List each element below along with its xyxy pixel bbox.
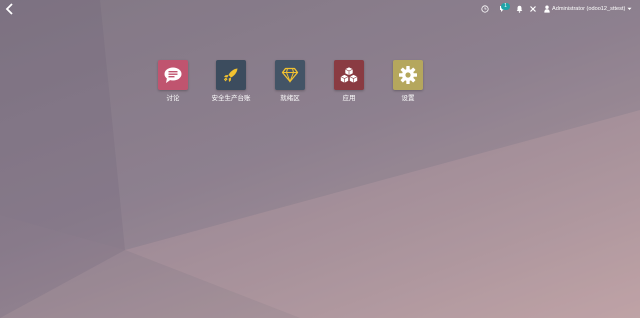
- app-icon-tile: [158, 60, 188, 90]
- app-settings[interactable]: 设置: [380, 60, 436, 102]
- app-label: 安全生产台账: [211, 94, 251, 102]
- app-safety-ledger[interactable]: 安全生产台账: [203, 60, 259, 102]
- app-icon-tile: [275, 60, 305, 90]
- rocket-icon: [222, 66, 240, 84]
- chat-count-badge: 1: [501, 3, 510, 10]
- chat-button[interactable]: 1: [494, 0, 512, 18]
- close-icon[interactable]: [528, 0, 538, 18]
- back-arrow-icon[interactable]: [4, 2, 16, 16]
- app-icon-tile: [216, 60, 246, 90]
- top-navbar: 1 Administrator (odoo12_sttest): [0, 0, 640, 18]
- app-apps[interactable]: 应用: [321, 60, 377, 102]
- app-discuss[interactable]: 讨论: [145, 60, 201, 102]
- speech-bubble-icon: [163, 66, 183, 84]
- background-facets: [0, 0, 640, 318]
- clock-icon[interactable]: [480, 0, 490, 18]
- cubes-icon: [339, 66, 359, 84]
- app-icon-tile: [393, 60, 423, 90]
- user-menu[interactable]: Administrator (odoo12_sttest): [544, 0, 632, 18]
- user-icon: [544, 5, 550, 13]
- app-label: 讨论: [166, 94, 180, 102]
- bell-icon[interactable]: [514, 0, 524, 18]
- user-name: Administrator (odoo12_sttest): [552, 6, 626, 12]
- gear-icon: [398, 65, 418, 85]
- app-label: 应用: [342, 94, 356, 102]
- app-label: 设置: [401, 94, 415, 102]
- app-ready-zone[interactable]: 就绪区: [262, 60, 318, 102]
- app-label: 就绪区: [280, 94, 300, 102]
- app-icon-tile: [334, 60, 364, 90]
- diamond-icon: [281, 67, 299, 83]
- caret-down-icon: [627, 7, 632, 11]
